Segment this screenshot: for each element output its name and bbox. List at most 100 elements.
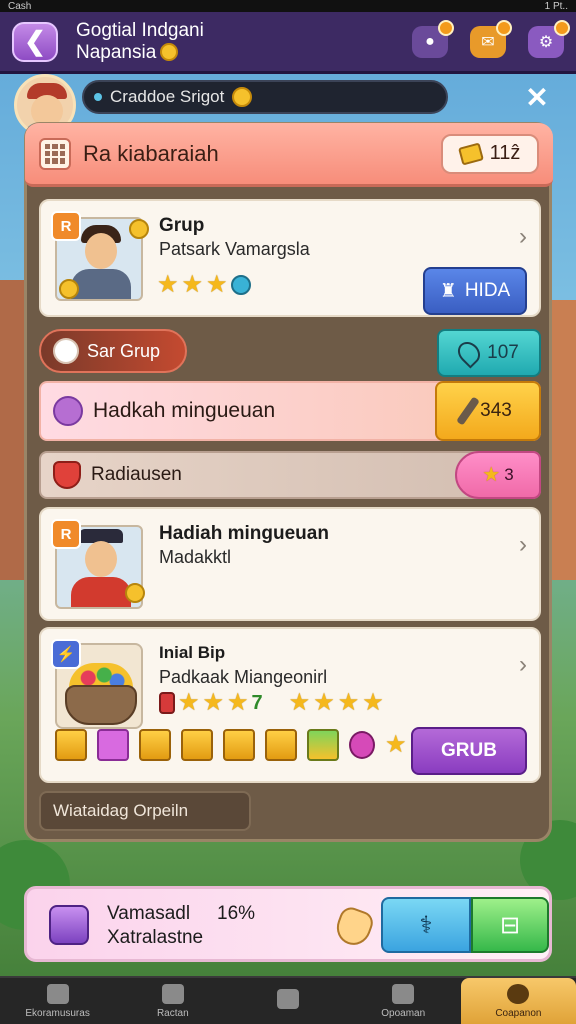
- star-icon: ★: [181, 271, 204, 298]
- weekly-reward-button[interactable]: 343: [435, 381, 541, 441]
- mail-button[interactable]: ✉: [470, 19, 512, 58]
- promo-blue-button[interactable]: ⚕: [381, 897, 471, 953]
- player-name: Craddoe Srigot: [110, 87, 225, 106]
- status-left: Cash: [8, 0, 32, 12]
- player-name-bar[interactable]: Craddoe Srigot: [82, 80, 448, 114]
- heart-icon: [53, 396, 83, 426]
- reward-card[interactable]: R Hadiah mingueuan Madakktl ›: [39, 507, 541, 621]
- sar-grup-row: Sar Grup 107: [39, 329, 541, 377]
- promo-banner[interactable]: Vamasadl 16% Xatralastne ⚕ ⊟: [24, 886, 552, 962]
- book-icon: [277, 989, 299, 1009]
- weekly-reward-label: Hadkah mingueuan: [93, 399, 276, 422]
- bolt-badge-icon: ⚡: [51, 639, 81, 669]
- online-dot-icon: [94, 93, 102, 101]
- pen-icon: [456, 396, 481, 426]
- coin-icon: [232, 87, 253, 107]
- clock-icon: [53, 338, 79, 364]
- nav-item-map[interactable]: Opoaman: [346, 978, 461, 1024]
- nav-label: Ekoramusuras: [25, 1007, 90, 1019]
- nav-item-profile[interactable]: Coapanon: [460, 978, 576, 1024]
- ticket-icon: [457, 141, 484, 166]
- settings-badge: [554, 19, 570, 36]
- rank-badge-icon: R: [51, 211, 81, 241]
- card-title: Grup: [159, 215, 205, 236]
- gold-stack-icon: [139, 729, 171, 761]
- card-title: Hadiah mingueuan: [159, 523, 329, 544]
- radiausen-tag[interactable]: ★ 3: [455, 451, 541, 499]
- settings-button[interactable]: ⚙: [528, 19, 570, 58]
- nav-item-home[interactable]: Ekoramusuras: [0, 978, 115, 1024]
- treasure-card[interactable]: ⚡ Inial Bip Padkaak Miangeonirl › ★ ★ ★ …: [39, 627, 541, 783]
- status-right: 1 Pt..: [544, 0, 568, 12]
- nav-item-shield[interactable]: Ractan: [115, 978, 230, 1024]
- home-icon: [46, 983, 69, 1004]
- location-button[interactable]: 107: [437, 329, 541, 377]
- star-icon: ★: [362, 689, 384, 716]
- star-icon: ★: [227, 689, 249, 716]
- location-button-label: 107: [487, 342, 519, 363]
- rating-stars: ★ ★ ★ 7 ★ ★ ★ ★: [159, 691, 384, 715]
- coin-icon: [59, 279, 79, 299]
- sar-grup-label: Sar Grup: [87, 340, 161, 361]
- notification-button[interactable]: ●: [412, 19, 454, 58]
- panel-title: Ra kiabaraiah: [83, 140, 219, 166]
- card-subtitle: Padkaak Miangeonirl: [159, 667, 328, 687]
- map-icon: [392, 983, 415, 1004]
- nav-item-book[interactable]: [230, 978, 345, 1024]
- header-title-line2: Napansia: [76, 41, 157, 63]
- location-pin-icon: [453, 337, 485, 369]
- star-icon: ★: [313, 689, 335, 716]
- grub-button[interactable]: GRUB: [411, 727, 527, 775]
- chevron-right-icon[interactable]: ›: [519, 223, 527, 251]
- grub-button-label: GRUB: [441, 740, 497, 761]
- card-subtitle: Madakktl: [159, 547, 232, 567]
- gold-stack-icon: [55, 729, 87, 761]
- card-title: Inial Bip: [159, 643, 226, 662]
- star-icon: ★: [288, 689, 311, 716]
- coin-icon: [125, 583, 145, 603]
- rank-badge-icon: R: [51, 519, 81, 549]
- promo-green-button[interactable]: ⊟: [471, 897, 549, 953]
- panel-footer-button[interactable]: Wiataidag Orpeiln: [39, 791, 251, 831]
- header-title: Gogtial Indgani Napansia: [76, 20, 204, 64]
- hida-button[interactable]: ♜ HIDA: [423, 267, 527, 315]
- close-button[interactable]: ✕: [522, 81, 552, 113]
- stars-count: 7: [251, 691, 263, 714]
- nav-label: Opoaman: [381, 1007, 426, 1019]
- shield-icon: [161, 983, 184, 1004]
- bell-icon: ●: [425, 32, 435, 50]
- hida-button-label: HIDA: [464, 280, 511, 301]
- sar-grup-pill[interactable]: Sar Grup: [39, 329, 187, 373]
- back-button[interactable]: ❮: [12, 21, 58, 62]
- header-title-line1: Gogtial Indgani: [76, 19, 204, 41]
- weekly-reward-row: Hadkah mingueuan 343: [39, 381, 541, 441]
- close-icon: ✕: [525, 81, 549, 113]
- radiausen-tag-label: 3: [504, 465, 514, 484]
- potion-icon: [349, 731, 375, 759]
- coin-icon: [160, 43, 179, 62]
- weekly-reward-button-label: 343: [480, 400, 512, 421]
- header-icons: ● ✉ ⚙: [412, 19, 570, 58]
- gold-crate-icon: [223, 729, 255, 761]
- grid-icon: [39, 137, 71, 170]
- radiausen-row: Radiausen ★ 3: [39, 451, 541, 499]
- chevron-right-icon[interactable]: ›: [519, 531, 527, 559]
- trophy-icon: ♜: [439, 280, 457, 302]
- star-icon: ★: [482, 464, 501, 486]
- coin-icon: [129, 219, 149, 239]
- reward-items: ★: [55, 729, 407, 761]
- chevron-right-icon[interactable]: ›: [519, 651, 527, 679]
- tool-icon: ⚕: [419, 911, 433, 939]
- main-panel: Ra kiabaraiah 11ẑ R Grup Patsark Vamargs…: [24, 122, 553, 842]
- green-crate-icon: [307, 729, 339, 761]
- rating-stars: ★ ★ ★: [157, 273, 251, 297]
- header: ❮ Gogtial Indgani Napansia ● ✉ ⚙: [0, 12, 576, 74]
- promo-line2: Xatralastne: [107, 927, 204, 948]
- star-icon: ★: [385, 731, 407, 758]
- gift-box-icon: [97, 729, 129, 761]
- star-icon: ★: [178, 689, 200, 716]
- gold-bar-icon: [181, 729, 213, 761]
- group-card[interactable]: R Grup Patsark Vamargsla ★ ★ ★ › ♜ HIDA: [39, 199, 541, 317]
- score-pill[interactable]: 11ẑ: [441, 133, 539, 174]
- pointing-hand-icon: [331, 904, 377, 950]
